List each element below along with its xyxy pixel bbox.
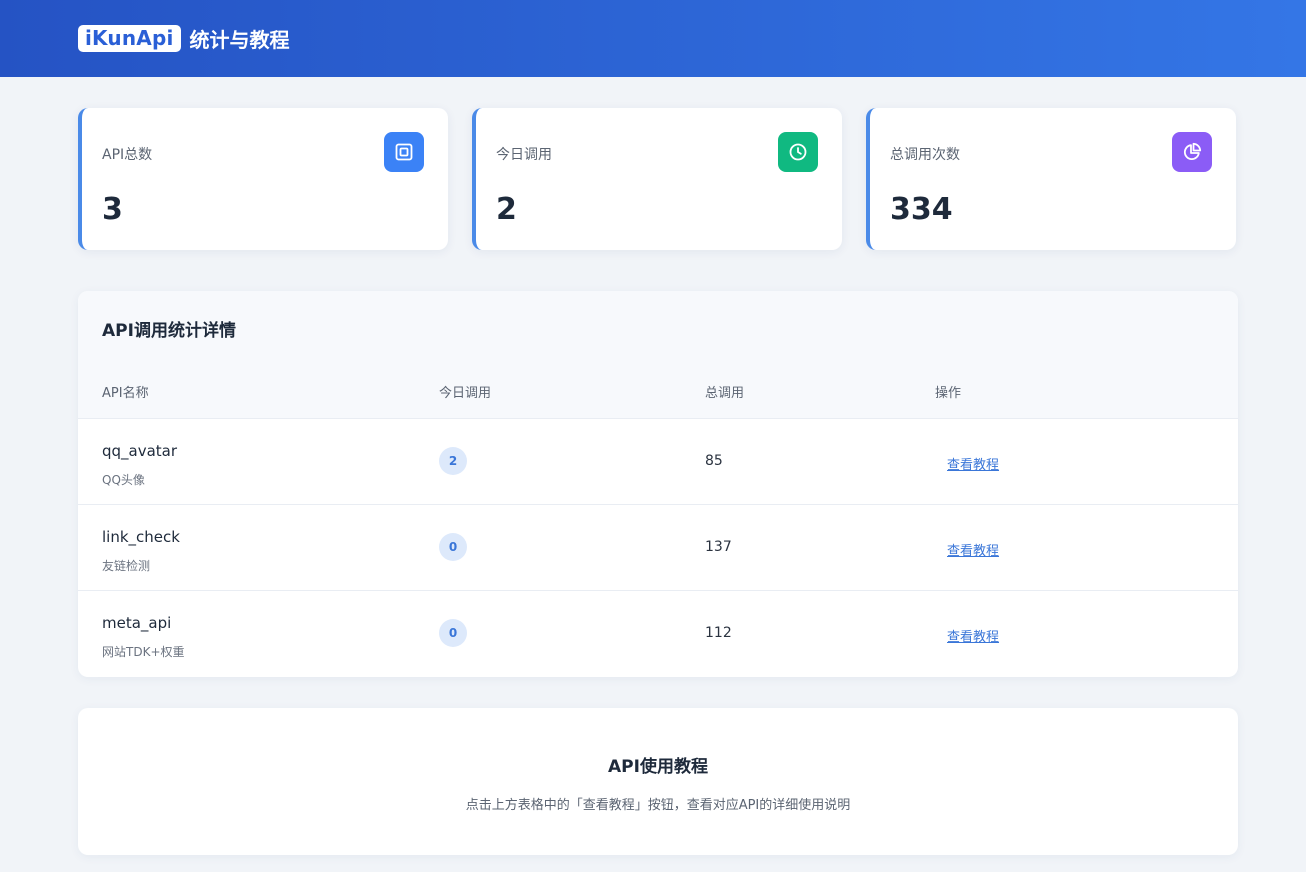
stat-card-total-calls: 总调用次数 334 [866, 108, 1236, 250]
api-stats-panel: API调用统计详情 API名称 今日调用 总调用 操作 qq_avatar QQ… [78, 291, 1238, 677]
tutorial-panel: API使用教程 点击上方表格中的「查看教程」按钮，查看对应API的详细使用说明 [78, 708, 1238, 855]
today-calls-badge: 0 [439, 619, 467, 647]
api-description: 友链检测 [102, 559, 151, 573]
page-title: 统计与教程 [189, 28, 290, 52]
stat-value: 334 [890, 192, 953, 227]
api-description: 网站TDK+权重 [102, 645, 185, 659]
api-name: link_check [102, 528, 180, 546]
total-calls: 85 [705, 453, 723, 469]
clock-icon [778, 132, 818, 172]
table-row: meta_api 网站TDK+权重 0 112 查看教程 [78, 590, 1238, 676]
stats-row: API总数 3 今日调用 2 总调用次数 334 [78, 108, 1236, 250]
view-tutorial-link[interactable]: 查看教程 [947, 454, 999, 473]
stat-card-today-calls: 今日调用 2 [472, 108, 842, 250]
today-calls-badge: 0 [439, 533, 467, 561]
stat-label: 今日调用 [496, 147, 552, 163]
pie-chart-icon [1172, 132, 1212, 172]
stat-label: 总调用次数 [890, 147, 960, 163]
api-description: QQ头像 [102, 473, 145, 487]
api-box-icon [384, 132, 424, 172]
column-header-action: 操作 [935, 386, 962, 401]
logo[interactable]: iKunApi [78, 25, 181, 52]
api-name: qq_avatar [102, 442, 178, 460]
total-calls: 112 [705, 625, 732, 641]
today-calls-badge: 2 [439, 447, 467, 475]
stat-value: 3 [102, 192, 123, 227]
top-header: iKunApi 统计与教程 [0, 0, 1306, 77]
column-header-today: 今日调用 [439, 386, 492, 401]
total-calls: 137 [705, 539, 732, 555]
column-header-name: API名称 [102, 386, 149, 401]
stat-card-api-count: API总数 3 [78, 108, 448, 250]
table-header: API调用统计详情 API名称 今日调用 总调用 操作 [78, 291, 1238, 418]
table-row: qq_avatar QQ头像 2 85 查看教程 [78, 418, 1238, 504]
view-tutorial-link[interactable]: 查看教程 [947, 626, 999, 645]
api-name: meta_api [102, 614, 172, 632]
column-header-total: 总调用 [705, 386, 745, 401]
tutorial-description: 点击上方表格中的「查看教程」按钮，查看对应API的详细使用说明 [465, 798, 851, 813]
stat-value: 2 [496, 192, 517, 227]
panel-title: API调用统计详情 [102, 321, 236, 341]
stat-label: API总数 [102, 147, 153, 163]
view-tutorial-link[interactable]: 查看教程 [947, 540, 999, 559]
tutorial-title: API使用教程 [608, 757, 708, 777]
table-row: link_check 友链检测 0 137 查看教程 [78, 504, 1238, 590]
